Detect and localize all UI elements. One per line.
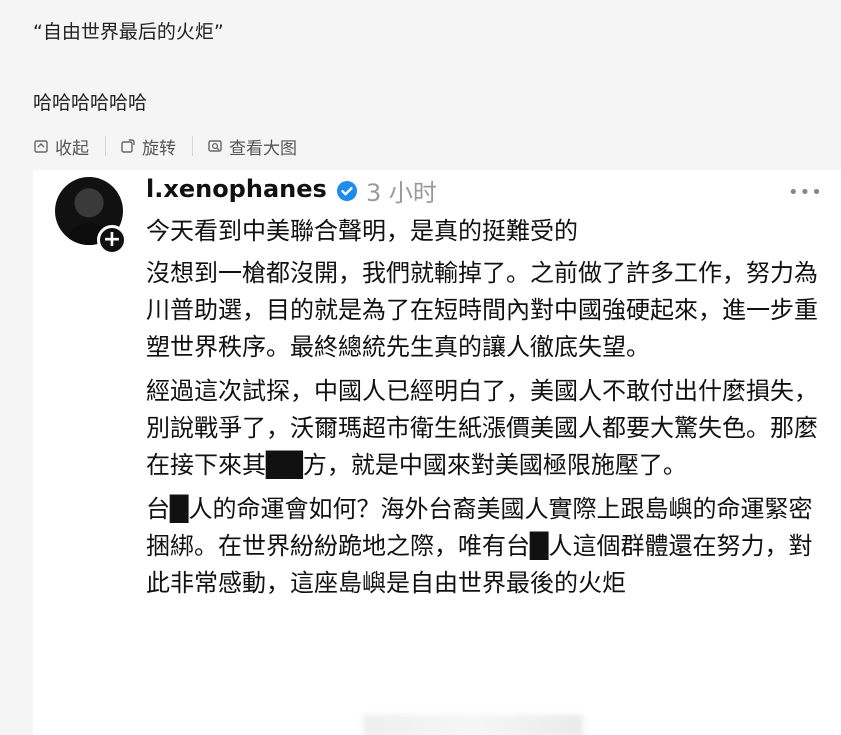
post-paragraph: 台█人的命運會如何？海外台裔美國人實際上跟島嶼的命運緊密捆綁。在世界紛紛跪地之際…: [146, 495, 813, 597]
toolbar-divider: [192, 136, 193, 156]
post-time: 3 小时: [366, 179, 437, 207]
collapse-button[interactable]: 收起: [33, 134, 89, 159]
collapse-icon: [34, 140, 48, 153]
rotate-label: 旋转: [142, 138, 176, 159]
post-body: 今天看到中美聯合聲明，是真的挺難受的 沒想到一槍都沒開，我們就輸掉了。之前做了許…: [146, 213, 826, 609]
post-paragraph: 經過這次試探，中國人已經明白了，美國人不敢付出什麼損失，別說戰爭了，沃爾瑪超市衛…: [146, 377, 818, 479]
comment-quote: “自由世界最后的火炬”: [33, 21, 224, 43]
post-username[interactable]: l.xenophanes: [146, 175, 327, 203]
view-large-label: 查看大图: [229, 138, 297, 159]
blurred-overlay: [363, 715, 583, 735]
comment-laugh: 哈哈哈哈哈哈: [33, 92, 148, 114]
toolbar-divider: [105, 136, 106, 156]
post-paragraph: 今天看到中美聯合聲明，是真的挺難受的: [146, 217, 578, 245]
verified-badge-icon: [337, 181, 357, 201]
collapse-label: 收起: [55, 138, 89, 159]
view-image-icon: [208, 140, 222, 152]
follow-plus-icon[interactable]: +: [97, 225, 127, 255]
screenshot-image[interactable]: + l.xenophanes 3 小时 ••• 今天看到中美聯合聲明，是真的挺難…: [33, 170, 841, 735]
rotate-button[interactable]: 旋转: [120, 134, 176, 159]
view-large-button[interactable]: 查看大图: [207, 134, 297, 159]
rotate-icon: [121, 139, 135, 153]
avatar-container[interactable]: +: [55, 177, 131, 255]
more-options-icon[interactable]: •••: [788, 182, 823, 203]
post-paragraph: 沒想到一槍都沒開，我們就輸掉了。之前做了許多工作，努力為川普助選，目的就是為了在…: [146, 259, 818, 361]
image-toolbar: 收起 旋转 查看大图: [33, 133, 297, 159]
